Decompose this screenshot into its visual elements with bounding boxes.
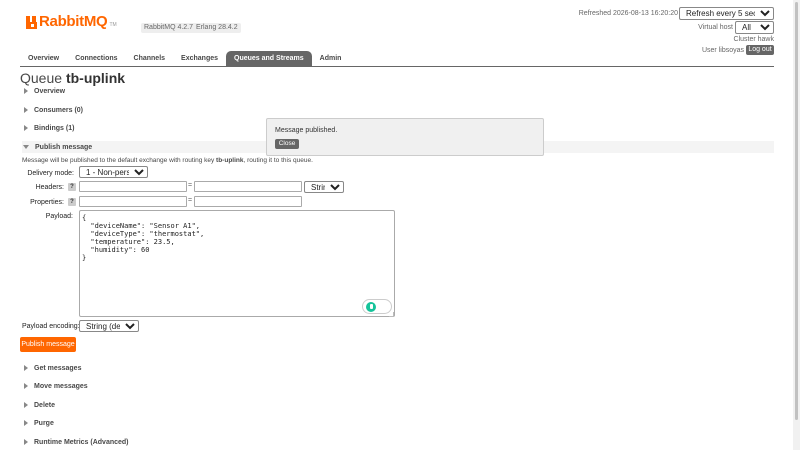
refreshed-timestamp: Refreshed 2026-08-13 16:20:20 — [578, 10, 678, 17]
scrollbar-thumb[interactable] — [795, 2, 798, 420]
refresh-interval-select[interactable]: Refresh every 5 seconds — [679, 7, 774, 20]
logo-text: RabbitMQ — [39, 13, 108, 30]
logout-button[interactable]: Log out — [746, 45, 774, 55]
headers-label: Headers: — [35, 184, 64, 191]
section-label: Runtime Metrics (Advanced) — [34, 438, 129, 446]
section-runtime-metrics[interactable]: Runtime Metrics (Advanced) — [22, 436, 774, 448]
virtual-host-label: Virtual host — [698, 24, 733, 31]
popup-close-button[interactable]: Close — [275, 139, 299, 149]
collapse-arrow-icon — [23, 145, 29, 149]
payload-label: Payload: — [45, 213, 73, 220]
section-label: Bindings (1) — [34, 124, 75, 132]
header-key-input[interactable] — [79, 181, 187, 192]
tab-exchanges[interactable]: Exchanges — [173, 51, 227, 67]
virtual-host-select[interactable]: All — [735, 21, 774, 34]
payload-textarea[interactable]: { "deviceName": "Sensor A1", "deviceType… — [79, 210, 395, 317]
rabbitmq-version-badge: RabbitMQ 4.2.7 — [141, 23, 197, 33]
header-value-input[interactable] — [194, 181, 302, 192]
expand-arrow-icon — [24, 420, 28, 426]
tab-overview[interactable]: Overview — [20, 51, 68, 67]
section-label: Get messages — [34, 364, 82, 372]
expand-arrow-icon — [24, 439, 28, 445]
expand-arrow-icon — [24, 88, 28, 94]
message-published-popup: Message published. Close — [266, 118, 544, 156]
tab-queues-and-streams[interactable]: Queues and Streams — [226, 51, 312, 67]
publish-message-button[interactable]: Publish message — [20, 337, 76, 352]
section-delete[interactable]: Delete — [22, 399, 774, 411]
section-label: Publish message — [35, 143, 93, 151]
expand-arrow-icon — [24, 107, 28, 113]
payload-encoding-select[interactable]: String (default) — [79, 320, 139, 332]
cluster-name: Cluster hawk — [733, 36, 774, 43]
equals-sign: = — [188, 182, 193, 189]
queue-name: tb-uplink — [65, 70, 126, 86]
main-nav: Overview Connections Channels Exchanges … — [20, 51, 350, 67]
tab-channels[interactable]: Channels — [125, 51, 174, 67]
section-label: Consumers (0) — [34, 106, 84, 114]
page-title-prefix: Queue — [20, 70, 63, 86]
delivery-mode-label: Delivery mode: — [27, 170, 74, 177]
properties-label: Properties: — [30, 199, 64, 206]
section-label: Purge — [34, 419, 54, 427]
headers-help-icon[interactable]: ? — [68, 183, 76, 191]
expand-arrow-icon — [24, 365, 28, 371]
grammar-assistant-icon[interactable] — [362, 299, 392, 314]
rabbitmq-logo[interactable]: RabbitMQ TM — [26, 14, 117, 30]
tab-admin[interactable]: Admin — [311, 51, 350, 67]
section-consumers[interactable]: Consumers (0) — [22, 104, 774, 116]
section-get-messages[interactable]: Get messages — [22, 362, 774, 374]
section-overview[interactable]: Overview — [22, 85, 774, 97]
section-label: Overview — [34, 87, 66, 95]
section-label: Move messages — [34, 382, 88, 390]
rabbitmq-logo-icon — [26, 15, 37, 29]
property-key-input[interactable] — [79, 196, 187, 207]
section-move-messages[interactable]: Move messages — [22, 380, 774, 392]
header-type-select[interactable]: String — [304, 181, 344, 193]
popup-message: Message published. — [275, 127, 338, 134]
publish-note: Message will be published to the default… — [22, 157, 313, 164]
nav-divider — [20, 66, 774, 67]
routing-key: tb-uplink — [216, 157, 244, 164]
property-value-input[interactable] — [194, 196, 302, 207]
equals-sign: = — [188, 197, 193, 204]
page-title: Queue tb-uplink — [20, 70, 125, 86]
payload-encoding-label: Payload encoding: — [22, 323, 80, 330]
current-user: User libsoyas — [701, 47, 744, 54]
delivery-mode-select[interactable]: 1 - Non-persistent — [79, 166, 148, 178]
resize-handle[interactable] — [389, 312, 394, 317]
logo-trademark: TM — [109, 22, 117, 28]
section-label: Delete — [34, 401, 56, 409]
section-purge[interactable]: Purge — [22, 417, 774, 429]
expand-arrow-icon — [24, 383, 28, 389]
expand-arrow-icon — [24, 402, 28, 408]
properties-help-icon[interactable]: ? — [68, 198, 76, 206]
expand-arrow-icon — [24, 125, 28, 131]
payload-text: { "deviceName": "Sensor A1", "deviceType… — [82, 214, 205, 262]
tab-connections[interactable]: Connections — [67, 51, 126, 67]
erlang-version-badge: Erlang 28.4.2 — [193, 23, 241, 33]
